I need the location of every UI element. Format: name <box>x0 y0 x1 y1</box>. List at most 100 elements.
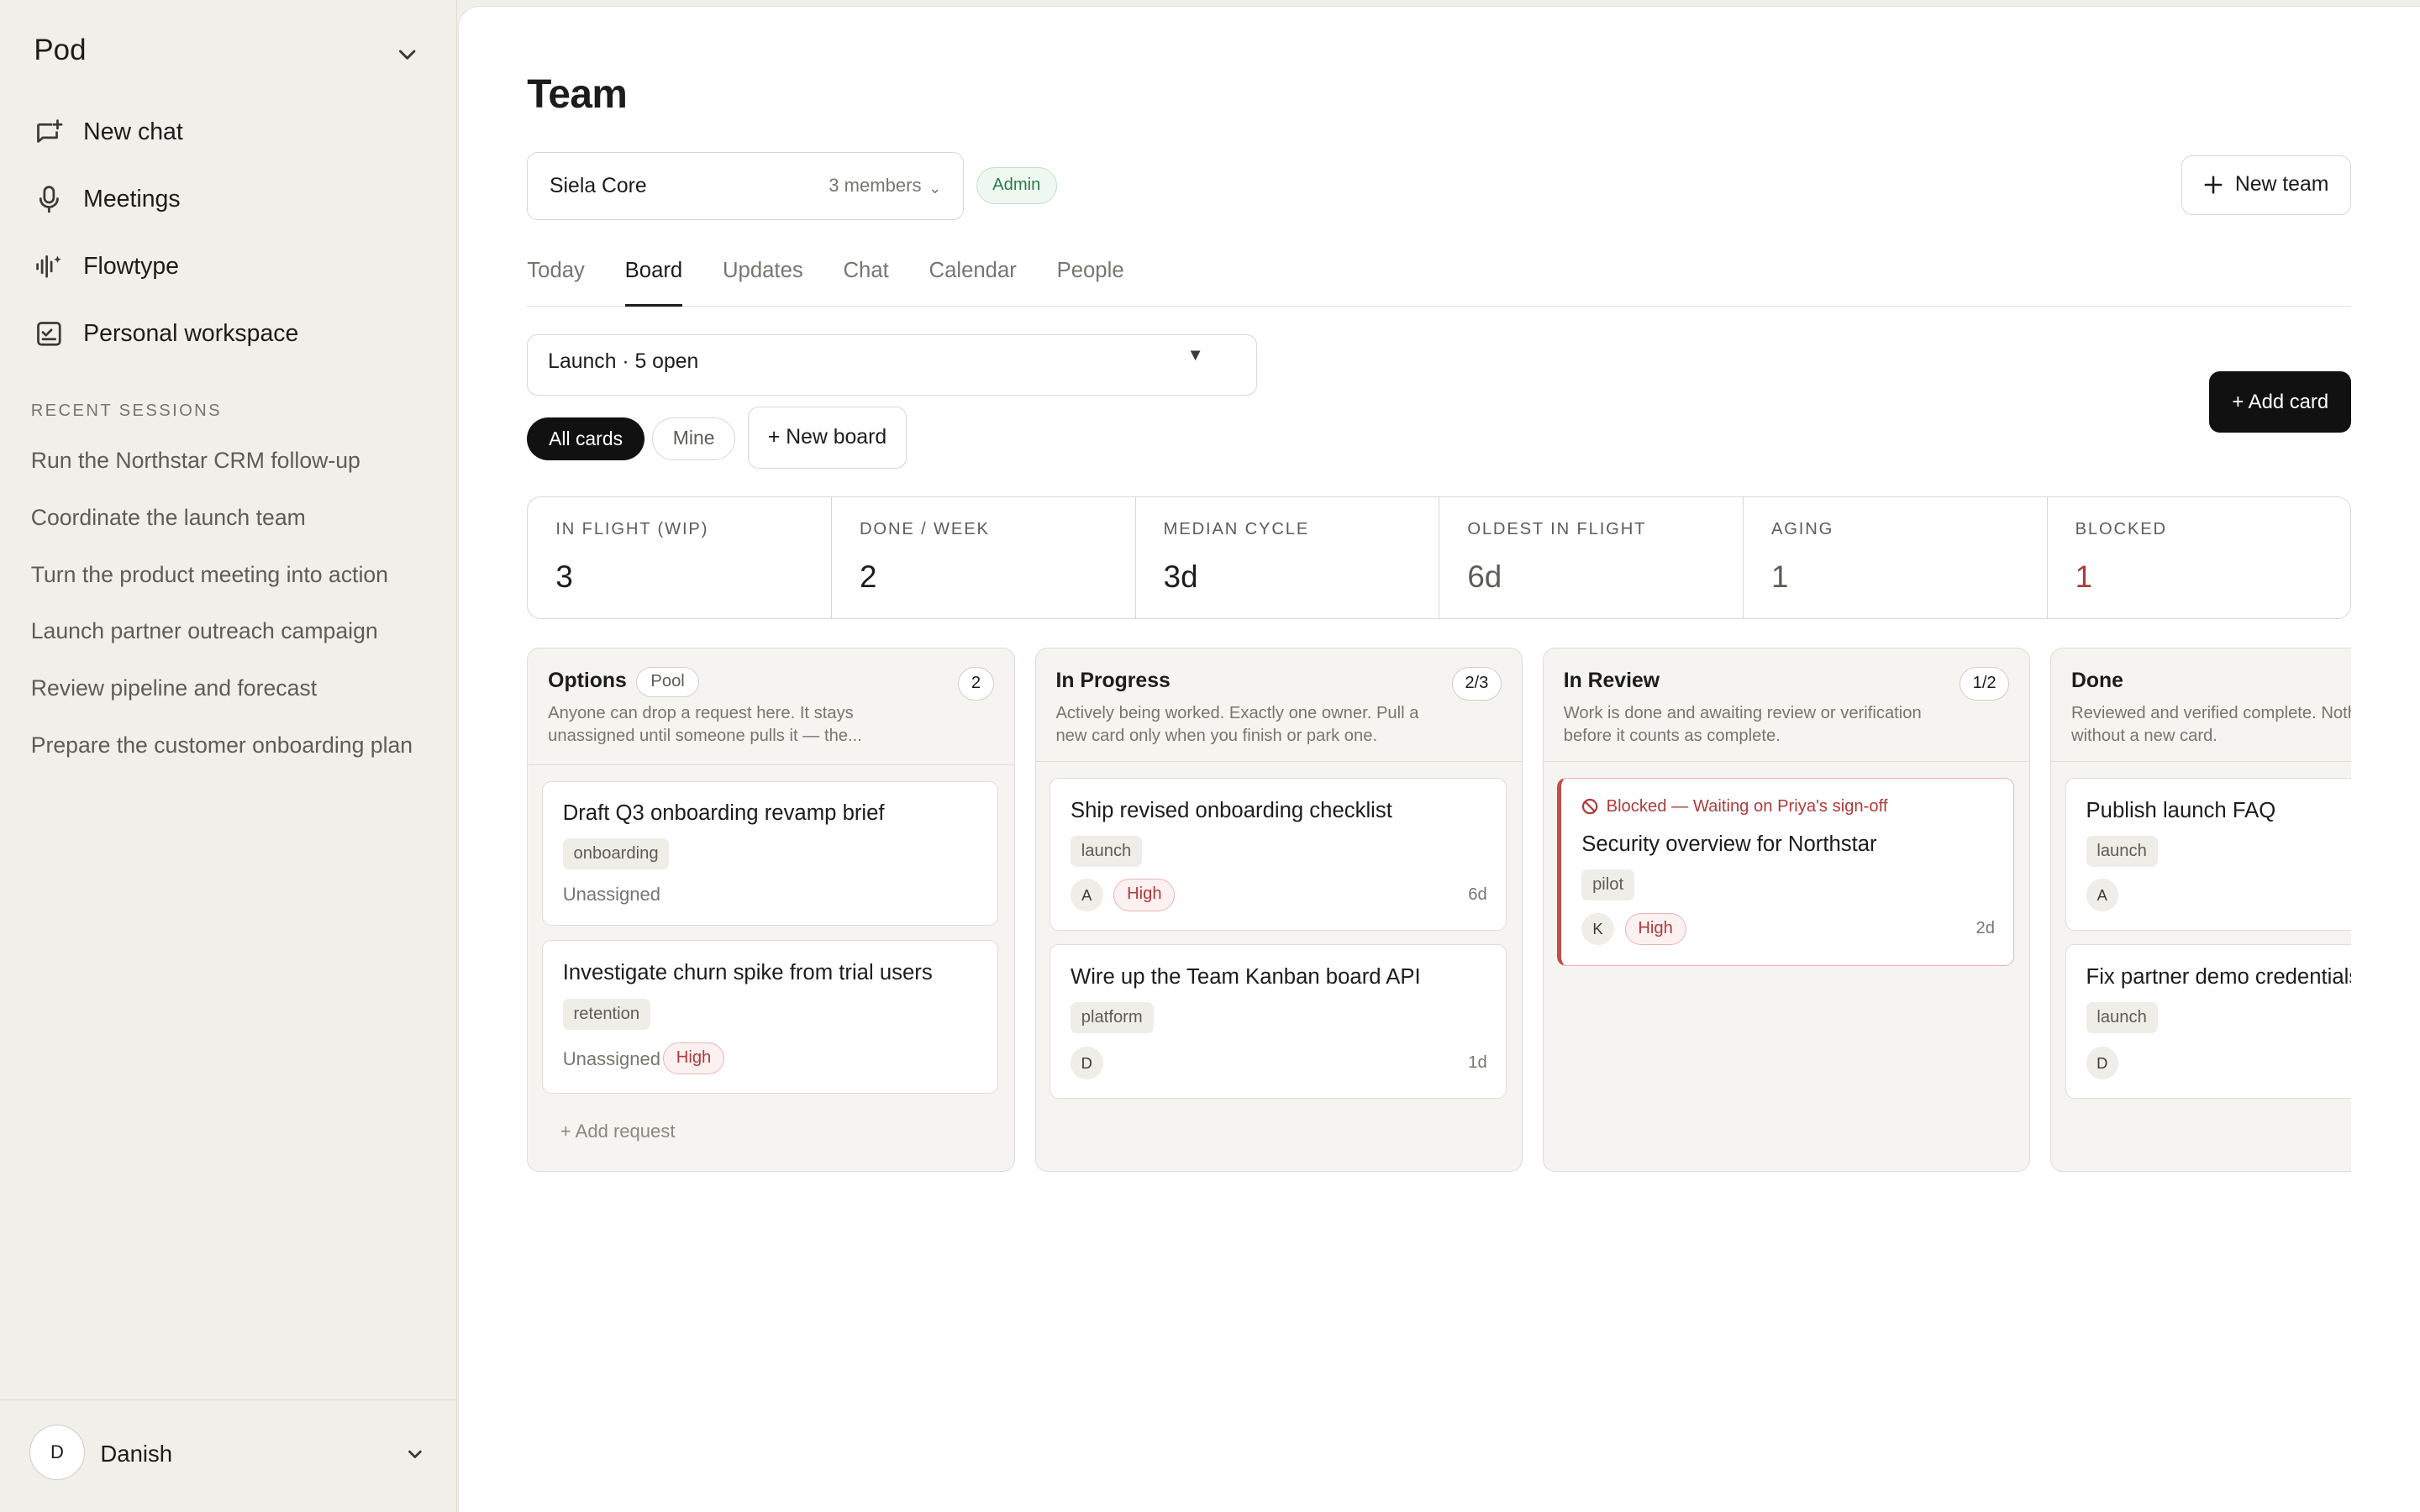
kanban-card[interactable]: Blocked — Waiting on Priya's sign-off Se… <box>1557 777 2015 966</box>
nav-item-meetings[interactable]: Meetings <box>34 178 298 221</box>
team-name: Siela Core <box>550 174 647 197</box>
card-tag: retention <box>562 999 650 1031</box>
tab-people[interactable]: People <box>1057 259 1124 307</box>
nav-item-flowtype[interactable]: Flowtype <box>34 245 298 288</box>
tab-board[interactable]: Board <box>624 259 683 307</box>
avatar: D <box>29 1425 85 1481</box>
stat-median-cycle: MEDIAN CYCLE 3d <box>1136 496 1440 619</box>
column-header: In Progress 2/3 Actively being worked. E… <box>1035 648 1522 763</box>
stat-value: 6d <box>1467 559 1502 594</box>
tab-calendar[interactable]: Calendar <box>929 259 1017 307</box>
tab-today[interactable]: Today <box>527 259 585 307</box>
stat-label: MEDIAN CYCLE <box>1163 520 1310 539</box>
card-title: Fix partner demo credentials <box>2086 965 2352 990</box>
blocked-reason: Blocked — Waiting on Priya's sign-off <box>1606 796 1888 816</box>
session-item[interactable]: Run the Northstar CRM follow-up <box>31 448 413 479</box>
tab-bar: Today Board Updates Chat Calendar People <box>527 259 2352 307</box>
new-team-button[interactable]: New team <box>2181 155 2352 216</box>
stat-label: BLOCKED <box>2075 520 2167 539</box>
session-item[interactable]: Review pipeline and forecast <box>31 675 413 706</box>
column-description: Work is done and awaiting review or veri… <box>1563 703 1922 746</box>
sidebar-nav: New chat Meetings Flowtype Personal work… <box>34 111 298 380</box>
session-item[interactable]: Coordinate the launch team <box>31 505 413 536</box>
main-panel: Team Siela Core 3 members ⌄ Admin New te… <box>458 6 2420 1512</box>
new-team-label: New team <box>2234 173 2329 197</box>
session-item[interactable]: Prepare the customer onboarding plan <box>31 732 413 764</box>
avatar: K <box>1581 912 1614 946</box>
user-menu[interactable]: D Danish <box>0 1399 457 1512</box>
workspace-icon <box>34 318 65 349</box>
card-title: Security overview for Northstar <box>1581 832 1877 857</box>
user-name: Danish <box>100 1440 173 1467</box>
card-tag: launch <box>2086 1002 2158 1033</box>
avatar: A <box>2086 879 2119 911</box>
column-count: 2 <box>958 666 994 701</box>
microphone-icon <box>34 184 65 215</box>
stat-value: 2 <box>860 559 877 594</box>
card-title: Ship revised onboarding checklist <box>1070 798 1392 822</box>
column-title: In Review <box>1563 669 1660 693</box>
nav-item-new-chat[interactable]: New chat <box>34 111 298 154</box>
filter-mine[interactable]: Mine <box>652 417 736 461</box>
priority-badge: High <box>663 1042 724 1075</box>
recent-sessions-list: Run the Northstar CRM follow-up Coordina… <box>31 448 413 790</box>
kanban-card[interactable]: Publish launch FAQ launch A <box>2065 777 2352 931</box>
stat-label: AGING <box>1770 520 1834 539</box>
add-card-button[interactable]: + Add card <box>2209 370 2352 433</box>
team-member-count: 3 members <box>829 174 922 196</box>
filter-all-cards[interactable]: All cards <box>527 417 644 461</box>
card-assignee: Unassigned <box>562 883 661 905</box>
kanban-card[interactable]: Wire up the Team Kanban board API platfo… <box>1050 944 1507 1099</box>
stat-blocked: BLOCKED 1 <box>2048 497 2351 619</box>
nav-item-label: New chat <box>83 118 183 146</box>
card-age: 6d <box>1468 885 1487 904</box>
column-title: In Progress <box>1055 669 1171 693</box>
stat-value: 3d <box>1163 559 1198 594</box>
nav-item-label: Meetings <box>83 186 181 213</box>
priority-badge: High <box>1113 879 1176 911</box>
workspace-name[interactable]: Pod <box>34 34 86 67</box>
card-assignee: Unassigned <box>562 1048 661 1070</box>
stat-value: 1 <box>2075 559 2093 594</box>
board-select-value: Launch · 5 open <box>548 350 699 374</box>
dropdown-arrow-icon: ▼ <box>1186 345 1204 365</box>
new-board-button[interactable]: + New board <box>747 407 908 469</box>
stat-done-week: DONE / WEEK 2 <box>832 496 1136 619</box>
column-in-progress: In Progress 2/3 Actively being worked. E… <box>1034 647 1523 1173</box>
priority-badge: High <box>1624 912 1686 946</box>
tab-updates[interactable]: Updates <box>723 259 803 307</box>
plus-icon <box>2204 176 2223 194</box>
card-tag: launch <box>1070 835 1143 867</box>
avatar: D <box>1070 1047 1103 1079</box>
add-request-button[interactable]: + Add request <box>560 1121 676 1142</box>
kanban-card[interactable]: Ship revised onboarding checklist launch… <box>1050 777 1507 931</box>
card-tag: onboarding <box>562 838 670 870</box>
stat-oldest-in-flight: OLDEST IN FLIGHT 6d <box>1439 496 1744 619</box>
chevron-down-icon <box>408 1451 422 1459</box>
column-header: Done Reviewed and verified complete. Not… <box>2051 648 2352 763</box>
board-stats: IN FLIGHT (WIP) 3 DONE / WEEK 2 MEDIAN C… <box>527 496 2352 620</box>
kanban-card[interactable]: Draft Q3 onboarding revamp brief onboard… <box>541 780 999 927</box>
column-title: Done <box>2070 669 2123 693</box>
card-age: 2d <box>1975 918 1995 937</box>
board-select[interactable]: Launch · 5 open ▼ <box>527 333 1258 396</box>
session-item[interactable]: Turn the product meeting into action <box>31 562 413 593</box>
page-title: Team <box>527 72 628 118</box>
column-title: Options <box>548 669 627 693</box>
nav-item-label: Flowtype <box>83 253 180 281</box>
kanban-card[interactable]: Fix partner demo credentials launch D <box>2065 944 2352 1099</box>
tab-chat[interactable]: Chat <box>843 259 888 307</box>
avatar: D <box>2086 1047 2119 1079</box>
waveform-icon <box>34 251 65 282</box>
kanban-card[interactable]: Investigate churn spike from trial users… <box>541 939 999 1095</box>
column-count: 2/3 <box>1451 666 1502 701</box>
card-age: 1d <box>1468 1053 1487 1072</box>
kanban-board: Options Pool 2 Anyone can drop a request… <box>527 647 2352 1173</box>
column-description: Anyone can drop a request here. It stays… <box>548 703 862 746</box>
chevron-down-icon[interactable] <box>395 42 419 66</box>
session-item[interactable]: Launch partner outreach campaign <box>31 618 413 649</box>
nav-item-personal-workspace[interactable]: Personal workspace <box>34 312 298 355</box>
sidebar: Pod New chat Meetings Flowtype Personal … <box>0 0 457 1512</box>
stat-aging: AGING 1 <box>1744 496 2048 619</box>
team-select[interactable]: Siela Core 3 members ⌄ <box>527 151 965 220</box>
